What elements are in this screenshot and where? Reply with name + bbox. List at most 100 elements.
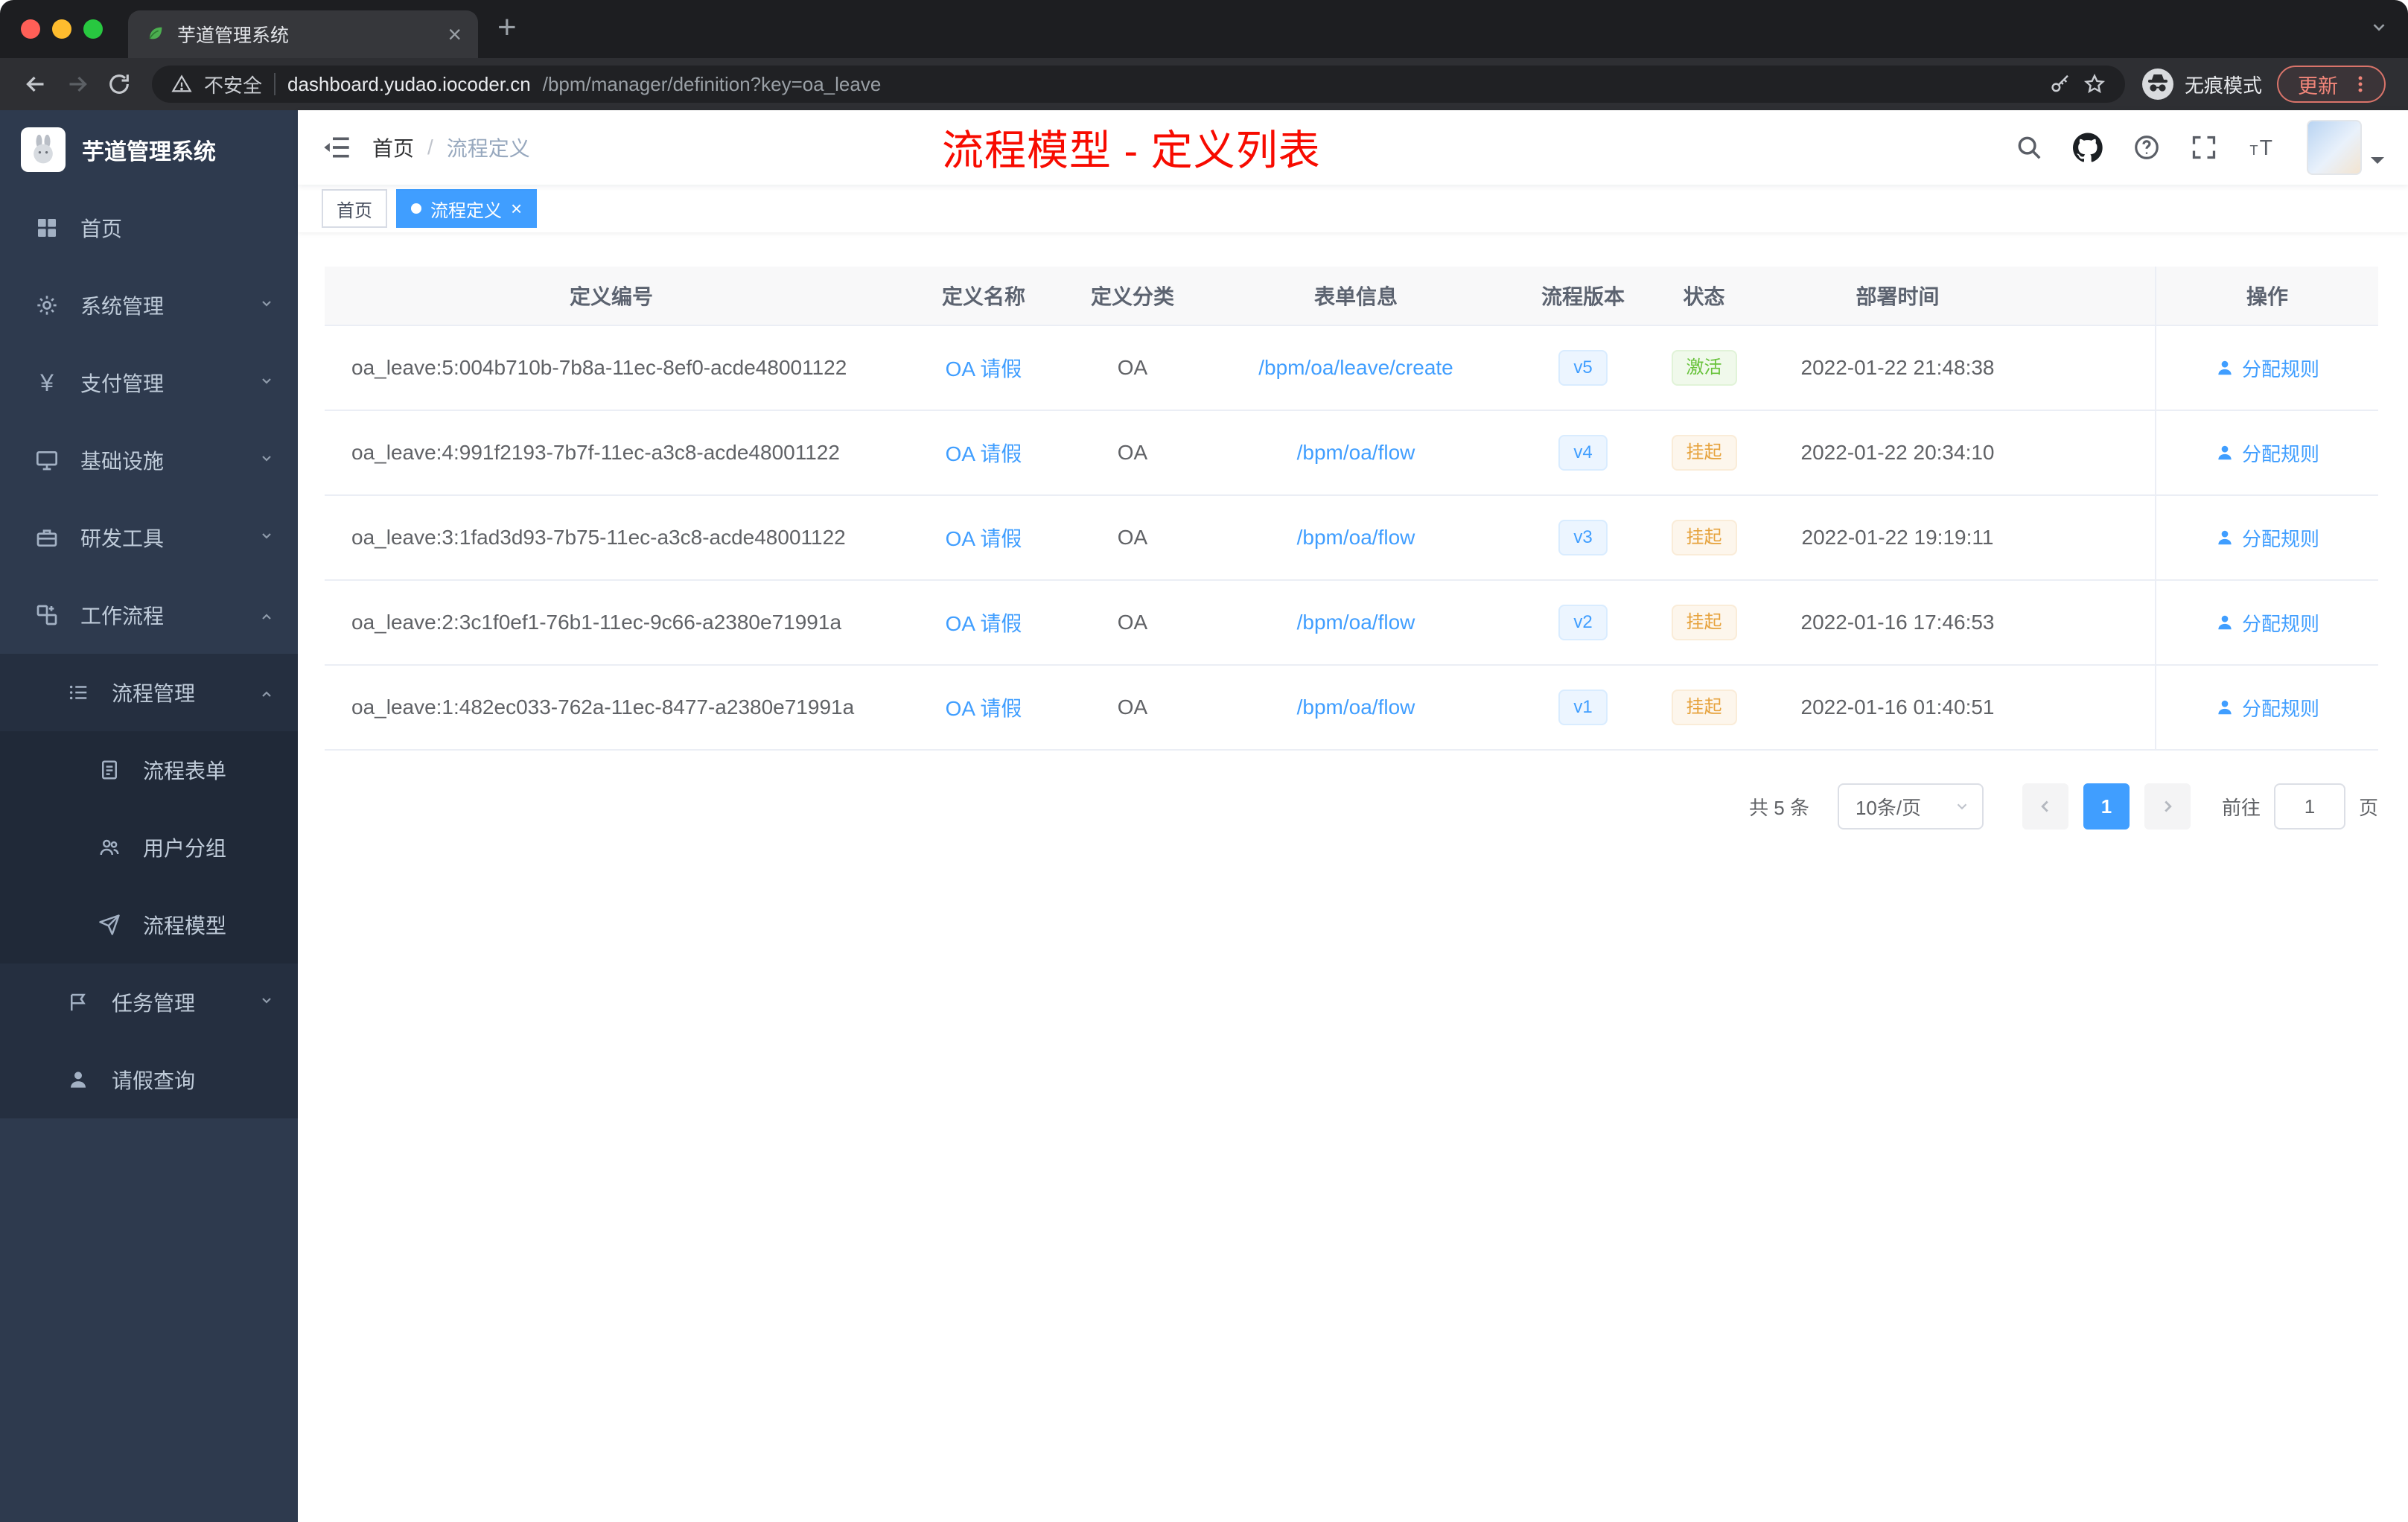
next-page-button[interactable] — [2144, 783, 2191, 830]
tab-close-icon[interactable]: × — [447, 22, 462, 46]
sidebar-logo[interactable]: 芋道管理系统 — [0, 110, 298, 189]
update-label: 更新 — [2298, 74, 2338, 98]
address-divider — [274, 73, 276, 95]
sidebar-item-home[interactable]: 首页 — [0, 189, 298, 267]
sidebar-item-process-model[interactable]: 流程模型 — [0, 886, 298, 964]
sidebar-item-user-group[interactable]: 用户分组 — [0, 809, 298, 886]
sidebar-item-leave-query[interactable]: 请假查询 — [0, 1041, 298, 1118]
sidebar-collapse-icon[interactable] — [322, 133, 351, 162]
tab-search-chevron-icon[interactable] — [2369, 18, 2389, 41]
table-row: oa_leave:5:004b710b-7b8a-11ec-8ef0-acde4… — [325, 326, 2378, 411]
sidebar-item-system-management[interactable]: 系统管理 — [0, 267, 298, 344]
filler-cell — [2037, 666, 2155, 749]
reload-button[interactable] — [98, 63, 140, 105]
assign-rule-label: 分配规则 — [2241, 697, 2319, 720]
main-area: 首页 / 流程定义 流程模型 - 定义列表 T T 首页 流程定义 × 定义编号… — [298, 110, 2408, 1522]
deploy-time-cell: 2022-01-22 20:34:10 — [1800, 441, 1995, 464]
table-header-row: 定义编号 定义名称 定义分类 表单信息 流程版本 状态 部署时间 操作 — [325, 267, 2378, 326]
action-cell: 分配规则 — [2155, 326, 2378, 410]
window-close-button[interactable] — [21, 19, 40, 39]
assign-rule-button[interactable]: 分配规则 — [2215, 694, 2319, 722]
definition-name-link[interactable]: OA 请假 — [898, 411, 1069, 494]
sidebar-item-payment-management[interactable]: ¥ 支付管理 — [0, 344, 298, 421]
breadcrumb-home-link[interactable]: 首页 — [372, 133, 414, 162]
definition-id-cell: oa_leave:1:482ec033-762a-11ec-8477-a2380… — [351, 695, 855, 719]
browser-menu-dots-icon[interactable] — [2350, 74, 2371, 95]
search-icon[interactable] — [2015, 133, 2043, 162]
chevron-up-icon — [258, 603, 275, 627]
assign-rule-button[interactable]: 分配规则 — [2215, 524, 2319, 552]
window-minimize-button[interactable] — [52, 19, 71, 39]
user-icon — [2218, 445, 2232, 460]
users-icon — [95, 833, 124, 862]
password-key-icon[interactable] — [2049, 73, 2071, 95]
action-cell: 分配规则 — [2155, 411, 2378, 494]
definition-category-cell: OA — [1117, 356, 1148, 379]
sidebar-item-infrastructure[interactable]: 基础设施 — [0, 421, 298, 499]
form-info-link[interactable]: /bpm/oa/leave/create — [1196, 326, 1516, 410]
sidebar-item-task-management[interactable]: 任务管理 — [0, 964, 298, 1041]
assign-rule-label: 分配规则 — [2241, 527, 2319, 550]
definition-name-link[interactable]: OA 请假 — [898, 666, 1069, 749]
page-number-1[interactable]: 1 — [2083, 783, 2130, 830]
caret-down-icon — [2371, 157, 2384, 171]
address-bar[interactable]: 不安全 dashboard.yudao.iocoder.cn/bpm/manag… — [152, 66, 2125, 103]
chevron-right-icon — [2165, 800, 2172, 812]
user-icon — [2218, 700, 2232, 715]
forward-button[interactable] — [57, 63, 98, 105]
status-badge: 挂起 — [1671, 435, 1737, 471]
navbar-actions: TT — [2015, 120, 2384, 175]
page-size-select[interactable]: 10条/页 — [1837, 783, 1984, 830]
help-icon[interactable] — [2133, 133, 2161, 162]
form-info-link[interactable]: /bpm/oa/flow — [1196, 581, 1516, 664]
paper-plane-icon — [95, 911, 124, 939]
sidebar-item-dev-tools[interactable]: 研发工具 — [0, 499, 298, 576]
form-info-link[interactable]: /bpm/oa/flow — [1196, 666, 1516, 749]
column-header-category: 定义分类 — [1090, 285, 1174, 308]
avatar[interactable] — [2307, 120, 2362, 175]
sidebar-item-workflow[interactable]: 工作流程 — [0, 576, 298, 654]
assign-rule-button[interactable]: 分配规则 — [2215, 439, 2319, 467]
window-zoom-button[interactable] — [83, 19, 103, 39]
new-tab-button[interactable]: + — [497, 11, 517, 47]
fullscreen-icon[interactable] — [2191, 134, 2217, 161]
assign-rule-button[interactable]: 分配规则 — [2215, 354, 2319, 382]
deploy-time-cell: 2022-01-22 19:19:11 — [1801, 526, 1994, 549]
column-header-definition-name: 定义名称 — [941, 285, 1025, 308]
warning-icon — [171, 74, 192, 92]
column-header-status: 状态 — [1683, 285, 1725, 308]
tag-close-icon[interactable]: × — [511, 199, 522, 218]
browser-update-button[interactable]: 更新 — [2277, 66, 2386, 103]
definition-name-link[interactable]: OA 请假 — [898, 326, 1069, 410]
list-icon — [64, 678, 92, 707]
chevron-left-icon — [2041, 800, 2048, 812]
tag-process-definition[interactable]: 流程定义 × — [396, 189, 538, 228]
browser-toolbar: 不安全 dashboard.yudao.iocoder.cn/bpm/manag… — [0, 58, 2408, 110]
process-version-cell: v1 — [1516, 666, 1650, 749]
status-badge: 激活 — [1671, 350, 1737, 386]
goto-page-input[interactable] — [2273, 783, 2345, 830]
back-button[interactable] — [15, 63, 57, 105]
person-icon — [64, 1066, 92, 1094]
tag-home[interactable]: 首页 — [322, 189, 387, 228]
definition-name-link[interactable]: OA 请假 — [898, 581, 1069, 664]
user-avatar-menu[interactable] — [2307, 120, 2384, 175]
definition-name-link[interactable]: OA 请假 — [898, 496, 1069, 579]
table-body: oa_leave:5:004b710b-7b8a-11ec-8ef0-acde4… — [325, 326, 2378, 751]
sidebar-item-process-form[interactable]: 流程表单 — [0, 731, 298, 809]
document-icon — [95, 756, 124, 784]
assign-rule-label: 分配规则 — [2241, 357, 2319, 380]
form-info-link[interactable]: /bpm/oa/flow — [1196, 411, 1516, 494]
assign-rule-button[interactable]: 分配规则 — [2215, 609, 2319, 637]
form-info-link[interactable]: /bpm/oa/flow — [1196, 496, 1516, 579]
sidebar: 芋道管理系统 首页 系统管理 ¥ 支付管理 基础设施 研发工具 工作流程 流程管… — [0, 110, 298, 1522]
github-icon[interactable] — [2073, 133, 2103, 162]
url-host: dashboard.yudao.iocoder.cn — [287, 72, 531, 95]
chevron-up-icon — [258, 681, 275, 704]
user-icon — [2218, 360, 2232, 375]
prev-page-button[interactable] — [2022, 783, 2068, 830]
bookmark-star-icon[interactable] — [2083, 73, 2106, 95]
font-size-icon[interactable]: TT — [2247, 133, 2277, 162]
sidebar-item-process-management[interactable]: 流程管理 — [0, 654, 298, 731]
browser-tab[interactable]: 芋道管理系统 × — [128, 10, 478, 58]
